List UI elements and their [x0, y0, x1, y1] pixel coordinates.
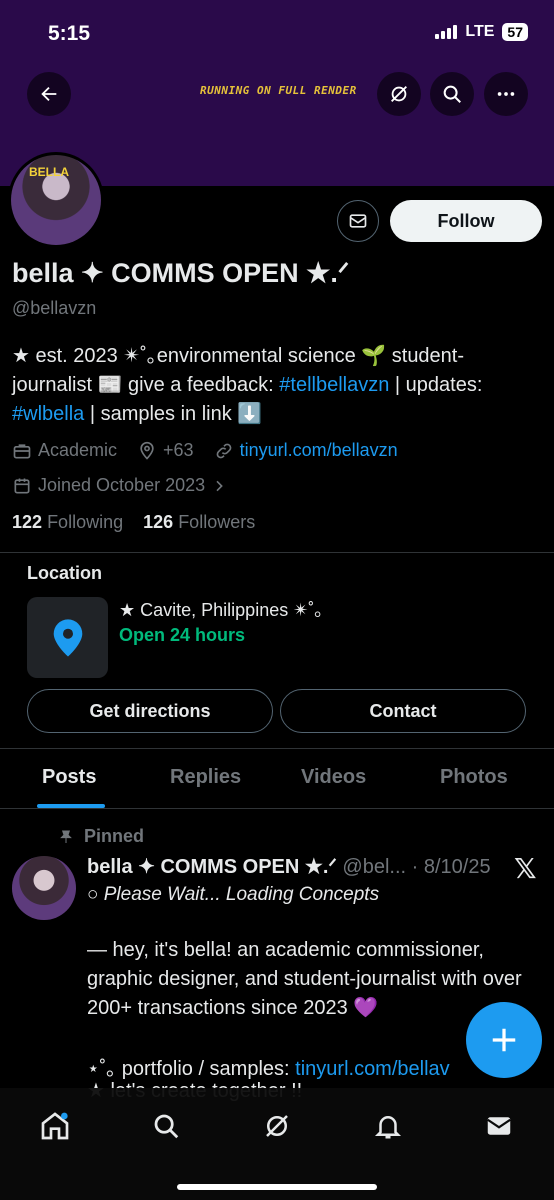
post-handle-date: @bel... · 8/10/25 — [342, 856, 491, 878]
tab-posts[interactable]: Posts — [42, 766, 96, 789]
tab-videos[interactable]: Videos — [301, 766, 366, 789]
location-place: ★ Cavite, Philippines ✴︎˚｡ — [119, 600, 324, 620]
location-card-title: Location — [27, 563, 102, 583]
plus-icon — [492, 1028, 516, 1052]
tab-photos[interactable]: Photos — [440, 766, 508, 789]
profile-category: Academic — [38, 440, 118, 460]
status-bar: 5:15 LTE 57 — [0, 20, 554, 48]
profile-bio: ★ est. 2023 ✴︎˚｡environmental science 🌱 … — [12, 342, 542, 429]
post-subtitle: ○ Please Wait... Loading Concepts — [87, 884, 380, 905]
portfolio-link[interactable]: tinyurl.com/bellav — [295, 1058, 450, 1080]
link-icon — [216, 443, 231, 458]
hashtag-link[interactable]: #tellbellavzn — [279, 374, 389, 396]
network-label: LTE — [465, 23, 495, 40]
back-button[interactable] — [27, 72, 71, 116]
joined-date: Joined October 2023 — [38, 475, 206, 495]
bell-icon — [374, 1116, 402, 1139]
get-directions-button[interactable]: Get directions — [27, 689, 273, 733]
post-portfolio-line: ⋆˚｡ portfolio / samples: tinyurl.com/bel… — [87, 1058, 450, 1080]
pinned-indicator: Pinned — [58, 826, 144, 847]
grok-button[interactable] — [377, 72, 421, 116]
followers-link[interactable]: 126 Followers — [143, 512, 255, 532]
location-map-tile[interactable] — [27, 597, 108, 678]
message-button[interactable] — [337, 200, 379, 242]
post-author-name: bella ✦ COMMS OPEN ★.ᐟ — [87, 856, 337, 878]
contact-button[interactable]: Contact — [280, 689, 526, 733]
banner-text: RUNNING ON FULL RENDER — [200, 84, 357, 97]
profile-avatar[interactable]: BELLA — [8, 152, 104, 248]
location-hours: Open 24 hours — [119, 625, 246, 645]
nav-search[interactable] — [146, 1106, 186, 1146]
pin-icon — [60, 830, 72, 843]
search-icon — [443, 85, 461, 103]
x-logo-icon: 𝕏 — [514, 852, 537, 885]
divider — [0, 552, 554, 553]
post-body: — hey, it's bella! an academic commissio… — [87, 939, 522, 1019]
grok-icon — [391, 86, 407, 102]
more-button[interactable] — [484, 72, 528, 116]
arrow-left-icon — [41, 86, 57, 102]
search-button[interactable] — [430, 72, 474, 116]
mail-icon — [349, 214, 367, 228]
follow-button[interactable]: Follow — [390, 200, 542, 242]
avatar-overlay-text: BELLA — [29, 165, 69, 179]
nav-grok[interactable] — [257, 1106, 297, 1146]
bio-text: | samples in link ⬇️ — [84, 403, 263, 425]
nav-notifications[interactable] — [368, 1106, 408, 1146]
compose-button[interactable] — [466, 1002, 542, 1078]
avatar-image: BELLA — [11, 155, 101, 245]
map-pin-icon — [53, 618, 82, 657]
briefcase-icon — [13, 443, 31, 458]
divider — [0, 748, 554, 749]
post-author-avatar[interactable] — [12, 856, 76, 920]
hashtag-link[interactable]: #wlbella — [12, 403, 84, 425]
calendar-icon — [14, 478, 30, 493]
profile-website[interactable]: tinyurl.com/bellavzn — [240, 440, 398, 461]
grok-icon — [266, 1115, 288, 1137]
profile-tabs: Posts Replies Videos Photos — [0, 750, 554, 808]
signal-icon — [435, 25, 458, 39]
profile-name: bella ✦ COMMS OPEN ★.ᐟ — [12, 258, 350, 288]
following-link[interactable]: 122 Following — [12, 512, 123, 532]
mail-icon — [487, 1117, 511, 1135]
more-icon — [497, 92, 515, 96]
profile-banner[interactable]: 5:15 LTE 57 RUNNING ON FULL RENDER — [0, 0, 554, 186]
nav-home[interactable] — [35, 1106, 75, 1146]
divider — [0, 808, 554, 809]
location-pin-icon — [140, 441, 154, 460]
post-header[interactable]: bella ✦ COMMS OPEN ★.ᐟ @bel... · 8/10/25 — [87, 854, 491, 879]
chevron-right-icon — [216, 480, 223, 491]
status-time: 5:15 — [48, 22, 91, 45]
profile-joined[interactable]: Joined October 2023 — [12, 475, 227, 496]
tab-replies[interactable]: Replies — [170, 766, 241, 789]
bio-text: | updates: — [389, 374, 483, 396]
battery-icon: 57 — [502, 23, 528, 41]
profile-meta: Academic +63 tinyurl.com/bellavzn — [12, 440, 398, 461]
status-indicators: LTE 57 — [435, 23, 528, 41]
nav-messages[interactable] — [479, 1106, 519, 1146]
home-indicator[interactable] — [177, 1184, 377, 1190]
follow-counts: 122 Following 126 Followers — [12, 512, 255, 533]
profile-handle: @bellavzn — [12, 298, 97, 318]
search-icon — [154, 1114, 179, 1139]
pinned-label: Pinned — [84, 826, 145, 846]
profile-location: +63 — [163, 440, 194, 460]
home-icon — [41, 1112, 69, 1140]
